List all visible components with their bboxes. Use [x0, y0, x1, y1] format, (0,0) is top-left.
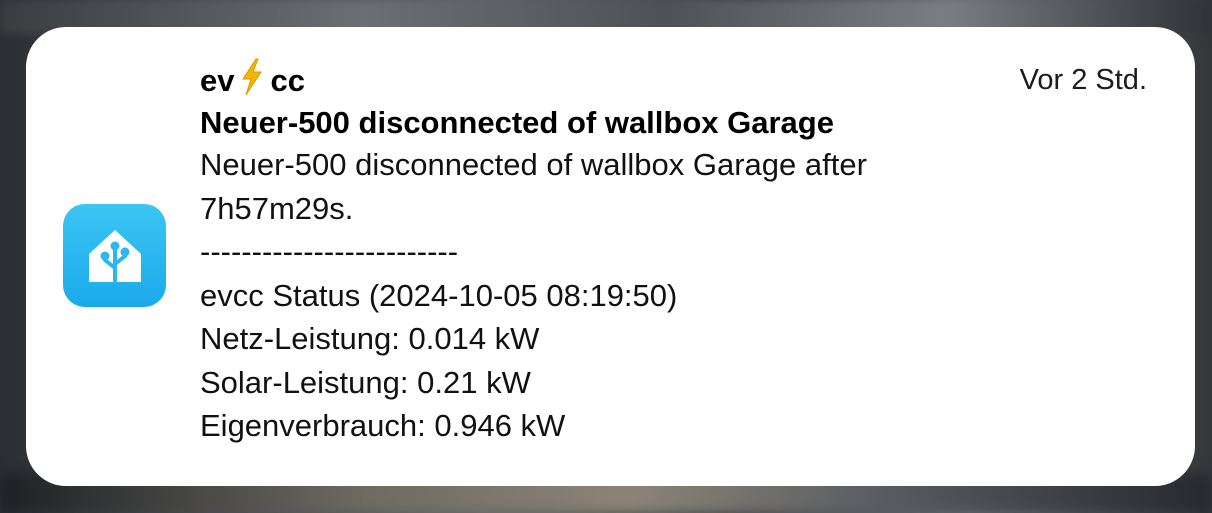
notification-content: ev cc Neuer-500 disconnected of wallbox … [200, 58, 1160, 448]
body-line: evcc Status (2024-10-05 08:19:50) [200, 277, 678, 313]
app-name-suffix: cc [270, 63, 305, 98]
body-separator: ------------------------- [200, 234, 459, 269]
notification-title: Neuer-500 disconnected of wallbox Garage [200, 105, 834, 140]
body-line: Solar-Leistung: 0.21 kW [200, 364, 531, 400]
body-line: Netz-Leistung: 0.014 kW [200, 321, 540, 356]
app-name-prefix: ev [200, 63, 235, 98]
body-line: Neuer-500 disconnected of wallbox Garage… [200, 147, 867, 182]
body-line: 7h57m29s. [200, 190, 354, 226]
body-line: Eigenverbrauch: 0.946 kW [200, 408, 566, 443]
app-name: ev cc [200, 58, 1160, 101]
home-assistant-icon [63, 204, 166, 307]
lightning-bolt-icon [240, 58, 264, 105]
notification-card[interactable]: Vor 2 Std. ev cc Neuer-500 disconnected … [26, 27, 1195, 486]
